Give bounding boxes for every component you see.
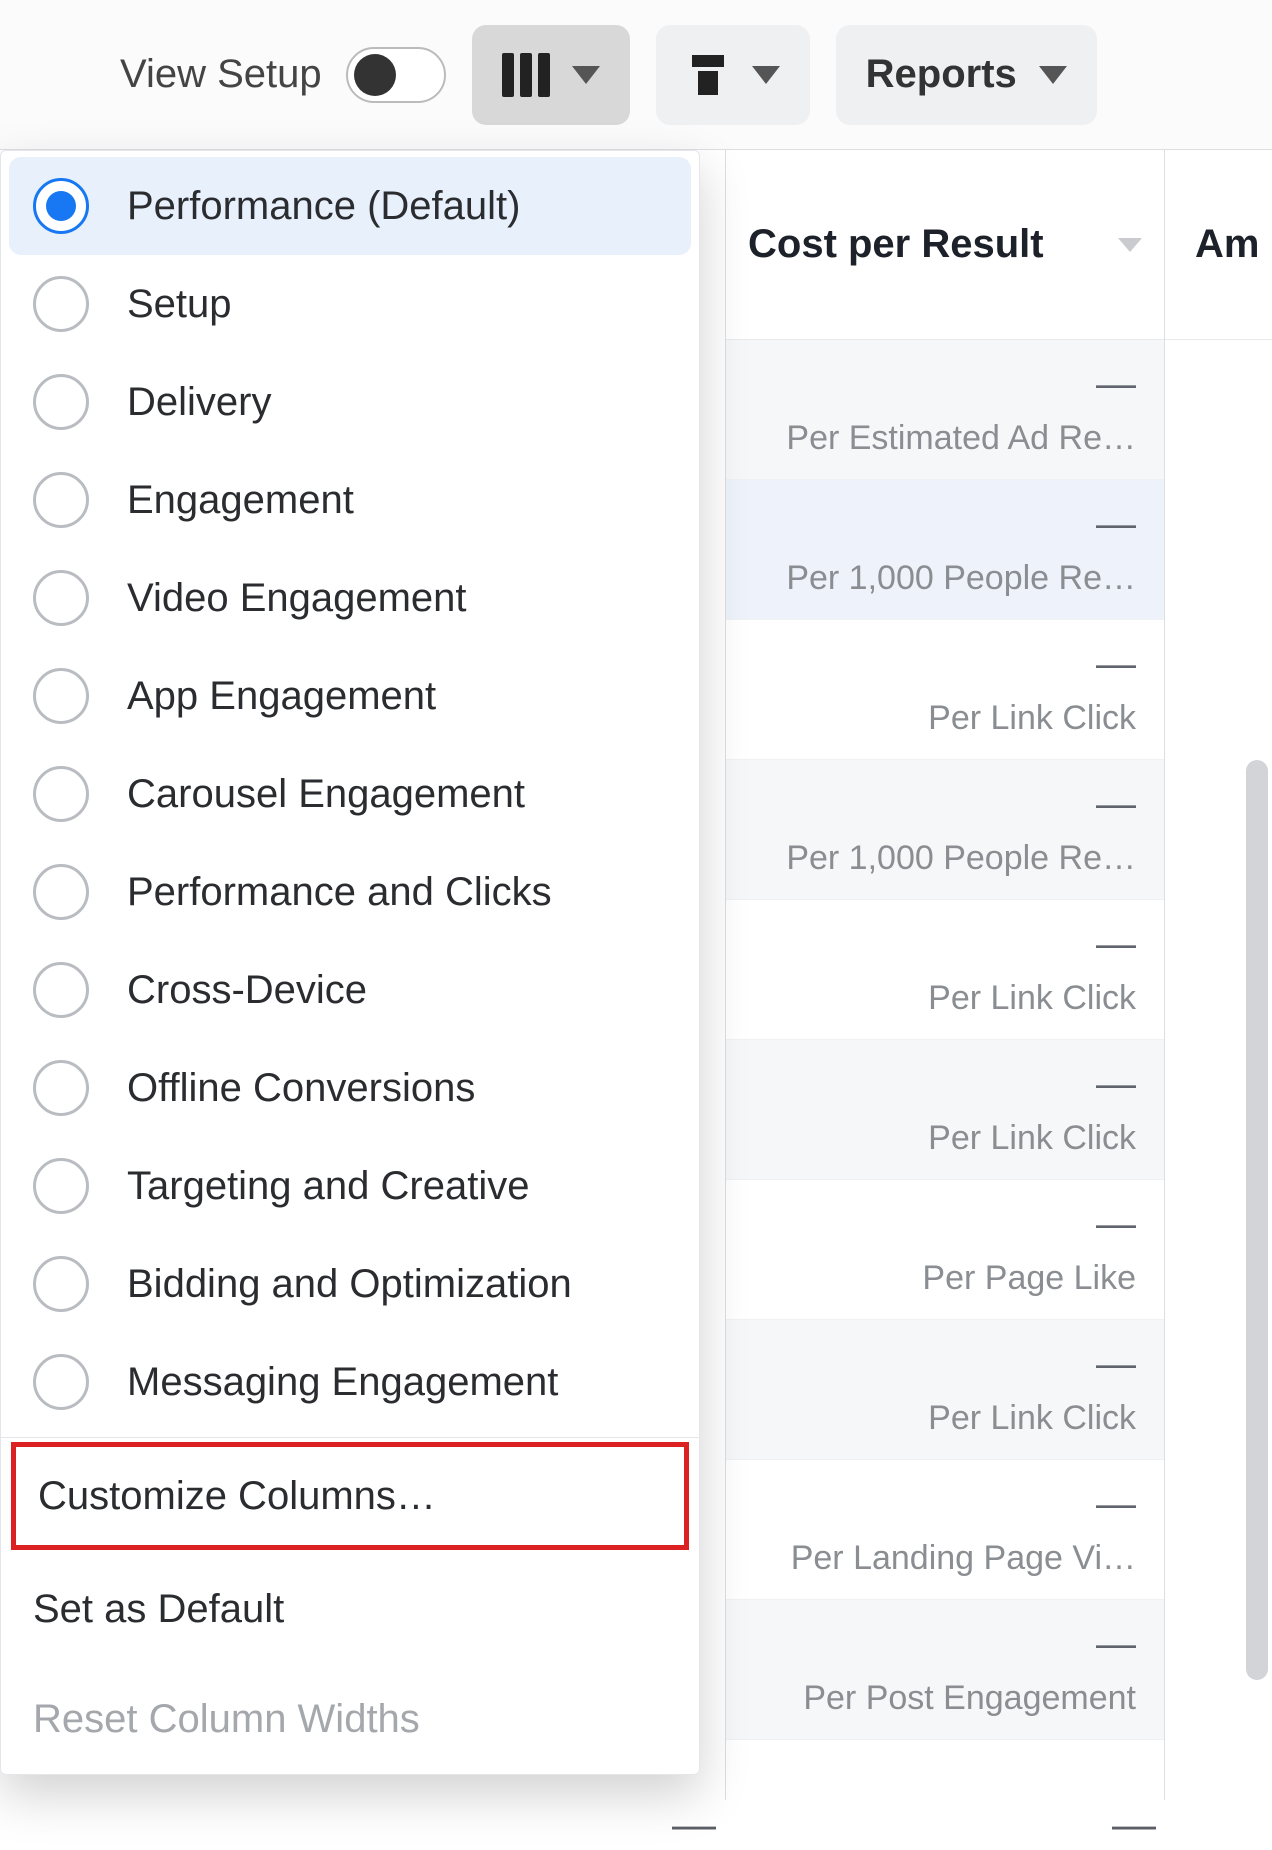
vertical-scrollbar[interactable]: [1246, 760, 1268, 1680]
preset-label: App Engagement: [127, 674, 436, 719]
view-setup-toggle[interactable]: View Setup: [120, 47, 446, 103]
chevron-down-icon: [752, 66, 780, 84]
preset-item[interactable]: Performance and Clicks: [1, 843, 699, 941]
cell-sublabel: Per 1,000 People Re…: [786, 559, 1136, 598]
toggle-switch[interactable]: [346, 47, 446, 103]
cell-sublabel: Per Estimated Ad Re…: [786, 419, 1136, 458]
cost-per-result-column: Cost per Result — Per Estimated Ad Re… — Pe…: [725, 150, 1165, 1800]
summary-dash: —: [1112, 1800, 1156, 1850]
radio-icon: [33, 1354, 89, 1410]
table-cell: — Per Link Click: [726, 900, 1164, 1040]
table-cell: — Per Page Like: [726, 1180, 1164, 1320]
cell-value: —: [1096, 922, 1136, 967]
cell-sublabel: Per 1,000 People Re…: [786, 839, 1136, 878]
column-header-label: Cost per Result: [748, 222, 1044, 267]
cell-value: —: [1096, 782, 1136, 827]
preset-item[interactable]: App Engagement: [1, 647, 699, 745]
preset-item[interactable]: Video Engagement: [1, 549, 699, 647]
preset-item[interactable]: Carousel Engagement: [1, 745, 699, 843]
preset-item[interactable]: Engagement: [1, 451, 699, 549]
cell-value: —: [1096, 362, 1136, 407]
cell-value: —: [1096, 1202, 1136, 1247]
preset-label: Carousel Engagement: [127, 772, 525, 817]
preset-item[interactable]: Messaging Engagement: [1, 1333, 699, 1431]
toolbar: View Setup Reports: [0, 0, 1272, 150]
preset-label: Setup: [127, 282, 232, 327]
radio-icon: [33, 1060, 89, 1116]
columns-button[interactable]: [472, 25, 630, 125]
radio-icon: [33, 1256, 89, 1312]
cell-sublabel: Per Link Click: [928, 979, 1136, 1018]
summary-dash: —: [672, 1800, 716, 1850]
cell-sublabel: Per Post Engagement: [803, 1679, 1136, 1718]
radio-icon: [33, 276, 89, 332]
reset-column-widths-item[interactable]: Reset Column Widths: [1, 1664, 699, 1774]
view-setup-label: View Setup: [120, 52, 322, 97]
preset-item[interactable]: Delivery: [1, 353, 699, 451]
breakdown-button[interactable]: [656, 25, 810, 125]
preset-label: Targeting and Creative: [127, 1164, 529, 1209]
table-cell: — Per Landing Page Vi…: [726, 1460, 1164, 1600]
preset-item[interactable]: Bidding and Optimization: [1, 1235, 699, 1333]
breakdown-icon: [686, 53, 730, 97]
radio-icon: [33, 178, 89, 234]
table-cell: — Per Post Engagement: [726, 1600, 1164, 1740]
preset-label: Cross-Device: [127, 968, 367, 1013]
preset-label: Bidding and Optimization: [127, 1262, 572, 1307]
preset-item[interactable]: Cross-Device: [1, 941, 699, 1039]
cell-sublabel: Per Link Click: [928, 699, 1136, 738]
cell-value: —: [1096, 502, 1136, 547]
table-cell: — Per 1,000 People Re…: [726, 480, 1164, 620]
preset-label: Messaging Engagement: [127, 1360, 558, 1405]
toggle-knob: [354, 54, 396, 96]
sort-arrow-icon[interactable]: [1118, 238, 1142, 252]
radio-icon: [33, 570, 89, 626]
set-as-default-item[interactable]: Set as Default: [1, 1554, 699, 1664]
radio-icon: [33, 864, 89, 920]
table-cell: — Per Link Click: [726, 620, 1164, 760]
preset-item[interactable]: Setup: [1, 255, 699, 353]
preset-item[interactable]: Offline Conversions: [1, 1039, 699, 1137]
column-header[interactable]: Cost per Result: [726, 150, 1164, 340]
radio-icon: [33, 472, 89, 528]
preset-item[interactable]: Performance (Default): [9, 157, 691, 255]
preset-item[interactable]: Targeting and Creative: [1, 1137, 699, 1235]
divider: [1, 1437, 699, 1438]
reports-label: Reports: [866, 52, 1017, 97]
table-cell: — Per Link Click: [726, 1040, 1164, 1180]
preset-label: Offline Conversions: [127, 1066, 475, 1111]
preset-label: Video Engagement: [127, 576, 467, 621]
chevron-down-icon: [1039, 66, 1067, 84]
radio-icon: [33, 1158, 89, 1214]
customize-columns-item[interactable]: Customize Columns…: [11, 1442, 689, 1550]
cell-sublabel: Per Page Like: [922, 1259, 1136, 1298]
table-cell: — Per 1,000 People Re…: [726, 760, 1164, 900]
cell-value: —: [1096, 1342, 1136, 1387]
radio-icon: [33, 766, 89, 822]
preset-label: Engagement: [127, 478, 354, 523]
table-cell: — Per Estimated Ad Re…: [726, 340, 1164, 480]
cell-value: —: [1096, 1482, 1136, 1527]
cell-sublabel: Per Landing Page Vi…: [791, 1539, 1136, 1578]
cell-sublabel: Per Link Click: [928, 1399, 1136, 1438]
chevron-down-icon: [572, 66, 600, 84]
preset-label: Performance and Clicks: [127, 870, 552, 915]
reports-button[interactable]: Reports: [836, 25, 1097, 125]
columns-dropdown-panel: Performance (Default) Setup Delivery Engage…: [0, 150, 700, 1775]
radio-icon: [33, 962, 89, 1018]
table-cell: — Per Link Click: [726, 1320, 1164, 1460]
main-area: Cost per Result — Per Estimated Ad Re… — Pe…: [0, 150, 1272, 1800]
preset-label: Performance (Default): [127, 184, 520, 229]
cell-sublabel: Per Link Click: [928, 1119, 1136, 1158]
radio-icon: [33, 668, 89, 724]
column-header-2[interactable]: Am: [1165, 150, 1272, 340]
cell-value: —: [1096, 642, 1136, 687]
radio-icon: [33, 374, 89, 430]
preset-label: Delivery: [127, 380, 271, 425]
cell-value: —: [1096, 1062, 1136, 1107]
cell-value: —: [1096, 1622, 1136, 1667]
columns-icon: [502, 53, 550, 97]
